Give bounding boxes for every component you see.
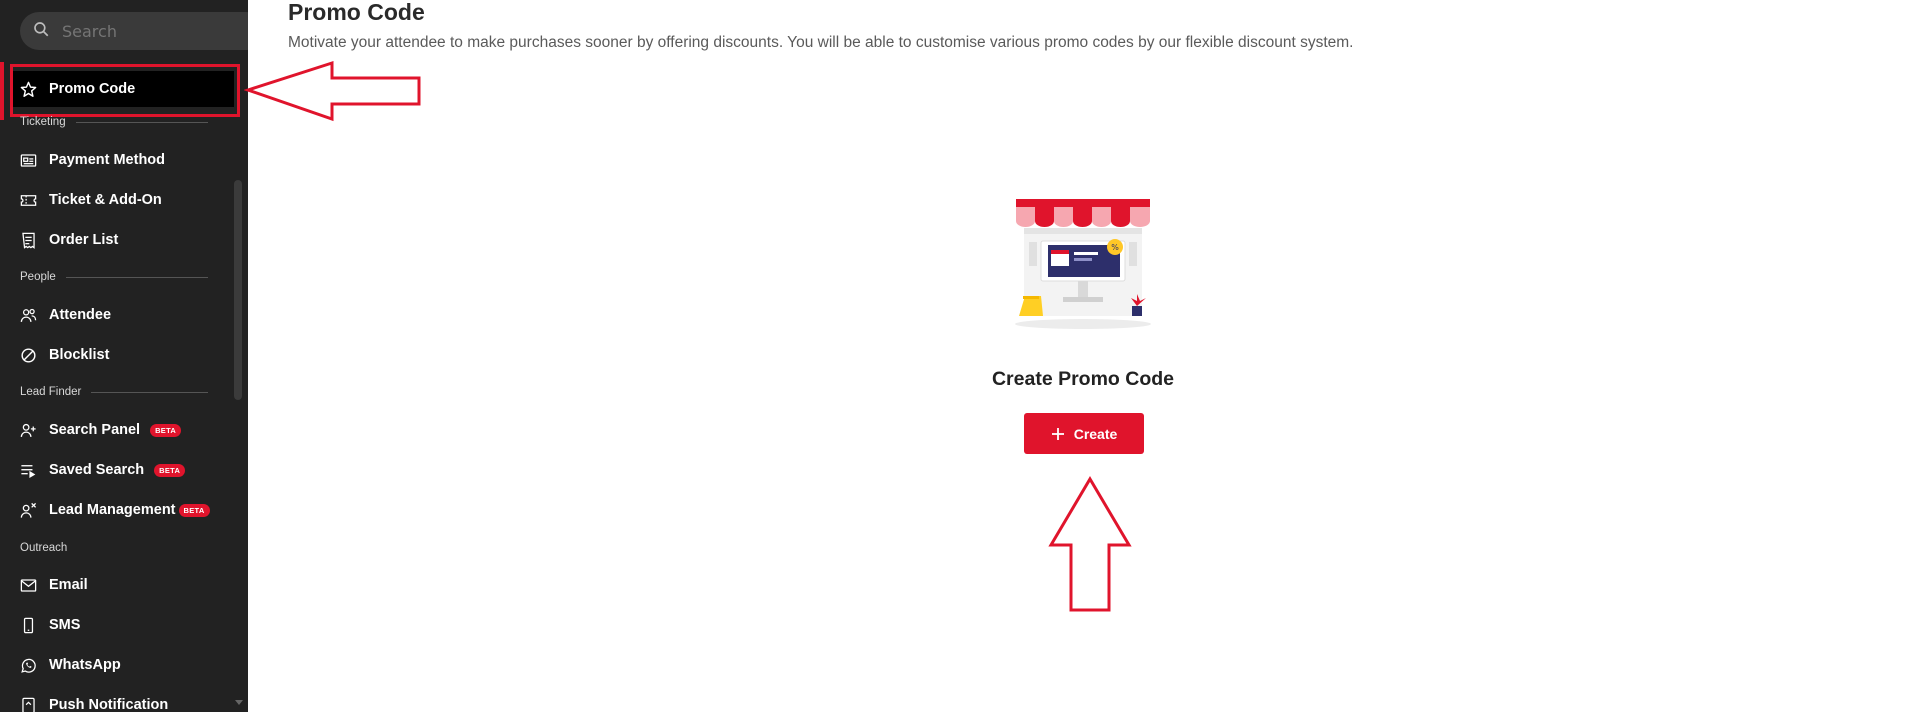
sidebar-item-label: Blocklist xyxy=(49,347,110,363)
sidebar-item-attendee[interactable]: Attendee xyxy=(0,297,248,333)
create-button[interactable]: Create xyxy=(1024,413,1144,454)
section-label: Lead Finder xyxy=(20,386,82,398)
empty-state-title: Create Promo Code xyxy=(991,368,1175,390)
annotation-arrow-up-icon xyxy=(1048,476,1132,612)
sidebar-item-whatsapp[interactable]: WhatsApp xyxy=(0,647,248,683)
receipt-icon xyxy=(18,230,38,250)
beta-badge: BETA xyxy=(154,463,186,477)
section-label: Ticketing xyxy=(20,116,66,128)
sidebar-item-label: Saved Search xyxy=(49,462,145,478)
sidebar-item-sms[interactable]: SMS xyxy=(0,607,248,643)
sidebar-item-lead-management[interactable]: Lead Management BETA xyxy=(0,492,248,528)
list-play-icon xyxy=(18,460,38,480)
section-divider xyxy=(65,276,208,278)
sidebar-item-label: Lead Management xyxy=(49,502,176,518)
mail-icon xyxy=(18,575,38,595)
sidebar-item-label: SMS xyxy=(49,617,81,633)
section-label: People xyxy=(20,271,56,283)
phone-icon xyxy=(18,615,38,635)
block-icon xyxy=(18,345,38,365)
annotation-highlight-box xyxy=(10,64,240,117)
whatsapp-icon xyxy=(18,655,38,675)
search-input[interactable] xyxy=(62,21,212,41)
search-box[interactable] xyxy=(20,12,248,50)
search-icon xyxy=(32,20,50,42)
sidebar-item-label: Search Panel xyxy=(49,422,141,438)
section-outreach: Outreach xyxy=(20,542,208,554)
sidebar-item-label: Email xyxy=(49,577,88,593)
sidebar-item-label: Payment Method xyxy=(49,152,166,168)
sidebar-item-search-panel[interactable]: Search Panel BETA xyxy=(0,412,248,448)
sidebar-item-order-list[interactable]: Order List xyxy=(0,222,248,258)
storefront-illustration: % xyxy=(1015,199,1151,329)
plus-icon xyxy=(1051,427,1065,441)
sidebar-item-push-notification[interactable]: Push Notification xyxy=(0,687,248,712)
user-plus-icon xyxy=(18,420,38,440)
users-icon xyxy=(18,305,38,325)
sidebar-item-label: Order List xyxy=(49,232,119,248)
sidebar-item-saved-search[interactable]: Saved Search BETA xyxy=(0,452,248,488)
page-title: Promo Code xyxy=(288,0,425,25)
page-description: Motivate your attendee to make purchases… xyxy=(288,34,1354,51)
svg-text:%: % xyxy=(1111,243,1119,252)
sidebar-item-label: Push Notification xyxy=(49,697,169,712)
beta-badge: BETA xyxy=(150,423,182,437)
main-content: Promo Code Motivate your attendee to mak… xyxy=(248,0,1917,712)
sidebar-item-ticket-addon[interactable]: Ticket & Add-On xyxy=(0,182,248,218)
section-ticketing: Ticketing xyxy=(20,116,208,128)
section-people: People xyxy=(20,271,208,283)
create-button-label: Create xyxy=(1073,425,1118,442)
sidebar-item-label: Attendee xyxy=(49,307,112,323)
sidebar-item-blocklist[interactable]: Blocklist xyxy=(0,337,248,373)
sidebar-item-label: WhatsApp xyxy=(49,657,121,673)
annotation-left-bar xyxy=(0,62,4,120)
ticket-icon xyxy=(18,190,38,210)
section-divider xyxy=(91,391,208,393)
sidebar-scrollbar[interactable] xyxy=(234,180,242,400)
section-divider xyxy=(75,121,208,123)
section-lead-finder: Lead Finder xyxy=(20,386,208,398)
app-root: Promo Code Ticketing Payment Method Tick… xyxy=(0,0,1917,712)
scroll-down-arrow-icon[interactable] xyxy=(235,700,243,705)
beta-badge: BETA xyxy=(178,503,210,517)
notification-icon xyxy=(18,695,38,712)
sidebar: Promo Code Ticketing Payment Method Tick… xyxy=(0,0,248,712)
section-label: Outreach xyxy=(20,542,68,554)
sidebar-item-email[interactable]: Email xyxy=(0,567,248,603)
sidebar-item-label: Ticket & Add-On xyxy=(49,192,162,208)
payment-icon xyxy=(18,150,38,170)
user-x-icon xyxy=(18,500,38,520)
sidebar-item-payment-method[interactable]: Payment Method xyxy=(0,142,248,178)
